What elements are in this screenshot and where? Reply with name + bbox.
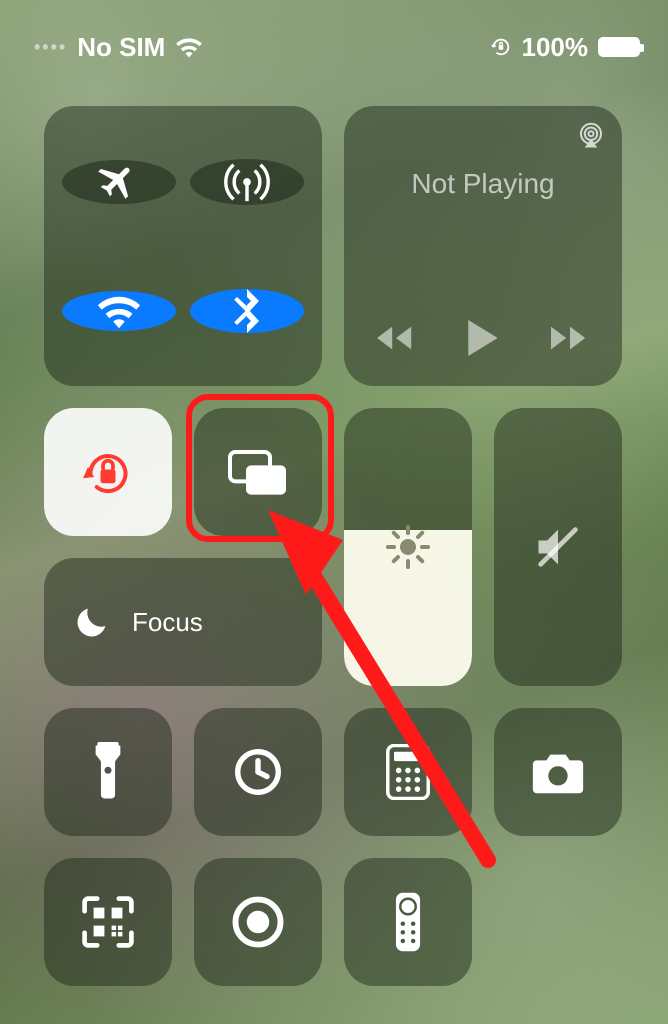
status-bar: •••• No SIM 100% bbox=[0, 0, 668, 74]
status-right: 100% bbox=[490, 32, 641, 63]
now-playing-label: Not Playing bbox=[411, 168, 554, 200]
wifi-icon bbox=[96, 291, 142, 331]
wifi-status-icon bbox=[175, 36, 203, 58]
camera-button[interactable] bbox=[494, 708, 622, 836]
bluetooth-icon bbox=[232, 289, 262, 333]
cellular-antenna-icon bbox=[224, 159, 270, 205]
battery-percent: 100% bbox=[522, 32, 589, 63]
signal-dots-icon: •••• bbox=[34, 37, 67, 58]
flashlight-toggle[interactable] bbox=[44, 708, 172, 836]
orientation-lock-toggle[interactable] bbox=[44, 408, 172, 536]
qr-scanner-button[interactable] bbox=[44, 858, 172, 986]
volume-slider[interactable] bbox=[494, 408, 622, 686]
play-button[interactable] bbox=[467, 320, 499, 356]
rewind-button[interactable] bbox=[377, 324, 415, 352]
remote-icon bbox=[394, 891, 422, 953]
calculator-icon bbox=[386, 744, 430, 800]
airplane-mode-toggle[interactable] bbox=[62, 160, 176, 204]
cellular-data-toggle[interactable] bbox=[190, 159, 304, 205]
record-icon bbox=[231, 895, 285, 949]
screen-mirroring-toggle[interactable] bbox=[194, 408, 322, 536]
screen-record-button[interactable] bbox=[194, 858, 322, 986]
status-left: •••• No SIM bbox=[34, 32, 203, 63]
screen-mirroring-icon bbox=[226, 446, 290, 498]
media-controls-group[interactable]: Not Playing bbox=[344, 106, 622, 386]
moon-icon bbox=[72, 602, 112, 642]
brightness-slider[interactable] bbox=[344, 408, 472, 686]
timer-icon bbox=[231, 745, 285, 799]
airplane-icon bbox=[97, 160, 141, 204]
focus-toggle[interactable]: Focus bbox=[44, 558, 322, 686]
calculator-button[interactable] bbox=[344, 708, 472, 836]
carrier-label: No SIM bbox=[77, 32, 165, 63]
focus-label: Focus bbox=[132, 607, 203, 638]
connectivity-group[interactable] bbox=[44, 106, 322, 386]
playback-controls bbox=[377, 320, 589, 356]
orientation-lock-icon bbox=[78, 442, 138, 502]
battery-icon bbox=[598, 37, 640, 57]
fast-forward-button[interactable] bbox=[551, 324, 589, 352]
flashlight-icon bbox=[90, 742, 126, 802]
apple-tv-remote-button[interactable] bbox=[344, 858, 472, 986]
orientation-lock-status-icon bbox=[490, 36, 512, 58]
volume-muted-icon bbox=[532, 521, 584, 573]
qr-code-icon bbox=[81, 895, 135, 949]
wifi-toggle[interactable] bbox=[62, 291, 176, 331]
camera-icon bbox=[529, 749, 587, 795]
airplay-icon[interactable] bbox=[576, 120, 606, 150]
timer-button[interactable] bbox=[194, 708, 322, 836]
control-center: Not Playing bbox=[44, 106, 624, 986]
brightness-icon bbox=[384, 523, 432, 571]
bluetooth-toggle[interactable] bbox=[190, 289, 304, 333]
